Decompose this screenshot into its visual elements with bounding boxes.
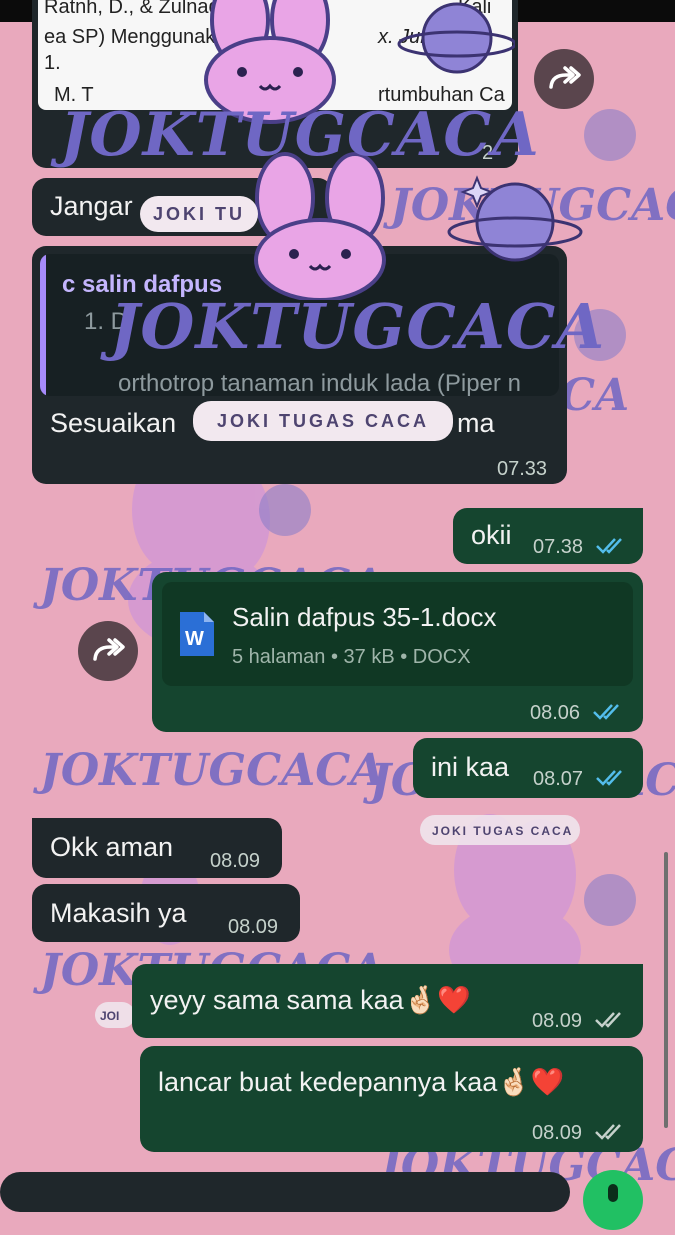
word-icon-letter: W: [185, 628, 204, 650]
message-text: okii: [471, 520, 512, 550]
message-time: 07.38: [533, 536, 584, 558]
message-text: Okk aman: [50, 832, 174, 862]
watermark-tagline: JOKI TU: [140, 196, 258, 232]
mic-button[interactable]: [583, 1170, 643, 1230]
message-time: 08.09: [228, 916, 279, 938]
file-name: Salin dafpus 35-1.docx: [232, 602, 497, 632]
microphone-icon: [608, 1184, 618, 1202]
message-text: Sesuaikan: [50, 408, 177, 438]
scrollbar[interactable]: [664, 852, 668, 1128]
svg-text:JOI: JOI: [100, 1009, 119, 1023]
watermark-planet: [397, 2, 515, 74]
message-time: 08.09: [532, 1122, 583, 1144]
double-check-icon: [596, 538, 622, 554]
quote-text-line: orthotrop tanaman induk lada (Piper n: [118, 370, 521, 396]
message-time: 08.09: [210, 850, 261, 872]
incoming-message[interactable]: Makasih ya 08.09: [32, 884, 300, 942]
message-text: Makasih ya: [50, 898, 187, 928]
message-text: lancar buat kedepannya kaa🤞🏻❤️: [158, 1067, 565, 1097]
forward-button[interactable]: [534, 49, 594, 109]
forward-icon: [93, 638, 125, 661]
watermark-planet: [447, 175, 583, 262]
message-time: 08.09: [532, 1010, 583, 1032]
outgoing-message[interactable]: okii 07.38: [453, 508, 643, 564]
watermark-tagline: JOKI TUGAS CACA: [193, 401, 453, 441]
svg-text:CA: CA: [560, 370, 629, 421]
double-check-icon: [596, 770, 622, 786]
outgoing-message[interactable]: yeyy sama sama kaa🤞🏻❤️ 08.09: [132, 964, 643, 1038]
double-check-icon: [595, 1124, 621, 1140]
message-input-bar[interactable]: [0, 1172, 570, 1212]
double-check-icon: [593, 704, 619, 720]
file-meta: 5 halaman • 37 kB • DOCX: [232, 646, 471, 668]
message-time: 08.07: [533, 768, 584, 790]
outgoing-message[interactable]: ini kaa 08.07: [413, 738, 643, 798]
svg-text:JOKI TUGAS CACA: JOKI TUGAS CACA: [432, 824, 573, 838]
watermark-bunny: [254, 152, 386, 300]
message-text: ma: [457, 408, 495, 438]
watermark-wordmark: JOKTUGCACA: [110, 290, 606, 363]
message-text: yeyy sama sama kaa🤞🏻❤️: [150, 985, 471, 1015]
doc-line: 1.: [44, 52, 61, 74]
outgoing-message[interactable]: lancar buat kedepannya kaa🤞🏻❤️ 08.09: [140, 1046, 643, 1152]
svg-text:JOKTUGCACA: JOKTUGCACA: [33, 745, 384, 796]
file-message-bubble[interactable]: W Salin dafpus 35-1.docx 5 halaman • 37 …: [152, 572, 643, 732]
forward-button[interactable]: [78, 621, 138, 681]
message-text: ini kaa: [431, 752, 510, 782]
file-attachment-card[interactable]: W Salin dafpus 35-1.docx 5 halaman • 37 …: [162, 582, 633, 686]
message-time: 07.33: [497, 458, 548, 480]
incoming-message[interactable]: Okk aman 08.09: [32, 818, 282, 878]
watermark-wordmark: JOKTUGCACA: [60, 100, 540, 170]
message-text: Jangar: [50, 191, 133, 221]
forward-icon: [549, 66, 581, 89]
quote-accent-bar: [40, 254, 46, 396]
double-check-icon: [595, 1012, 621, 1028]
message-time: 08.06: [530, 702, 581, 724]
